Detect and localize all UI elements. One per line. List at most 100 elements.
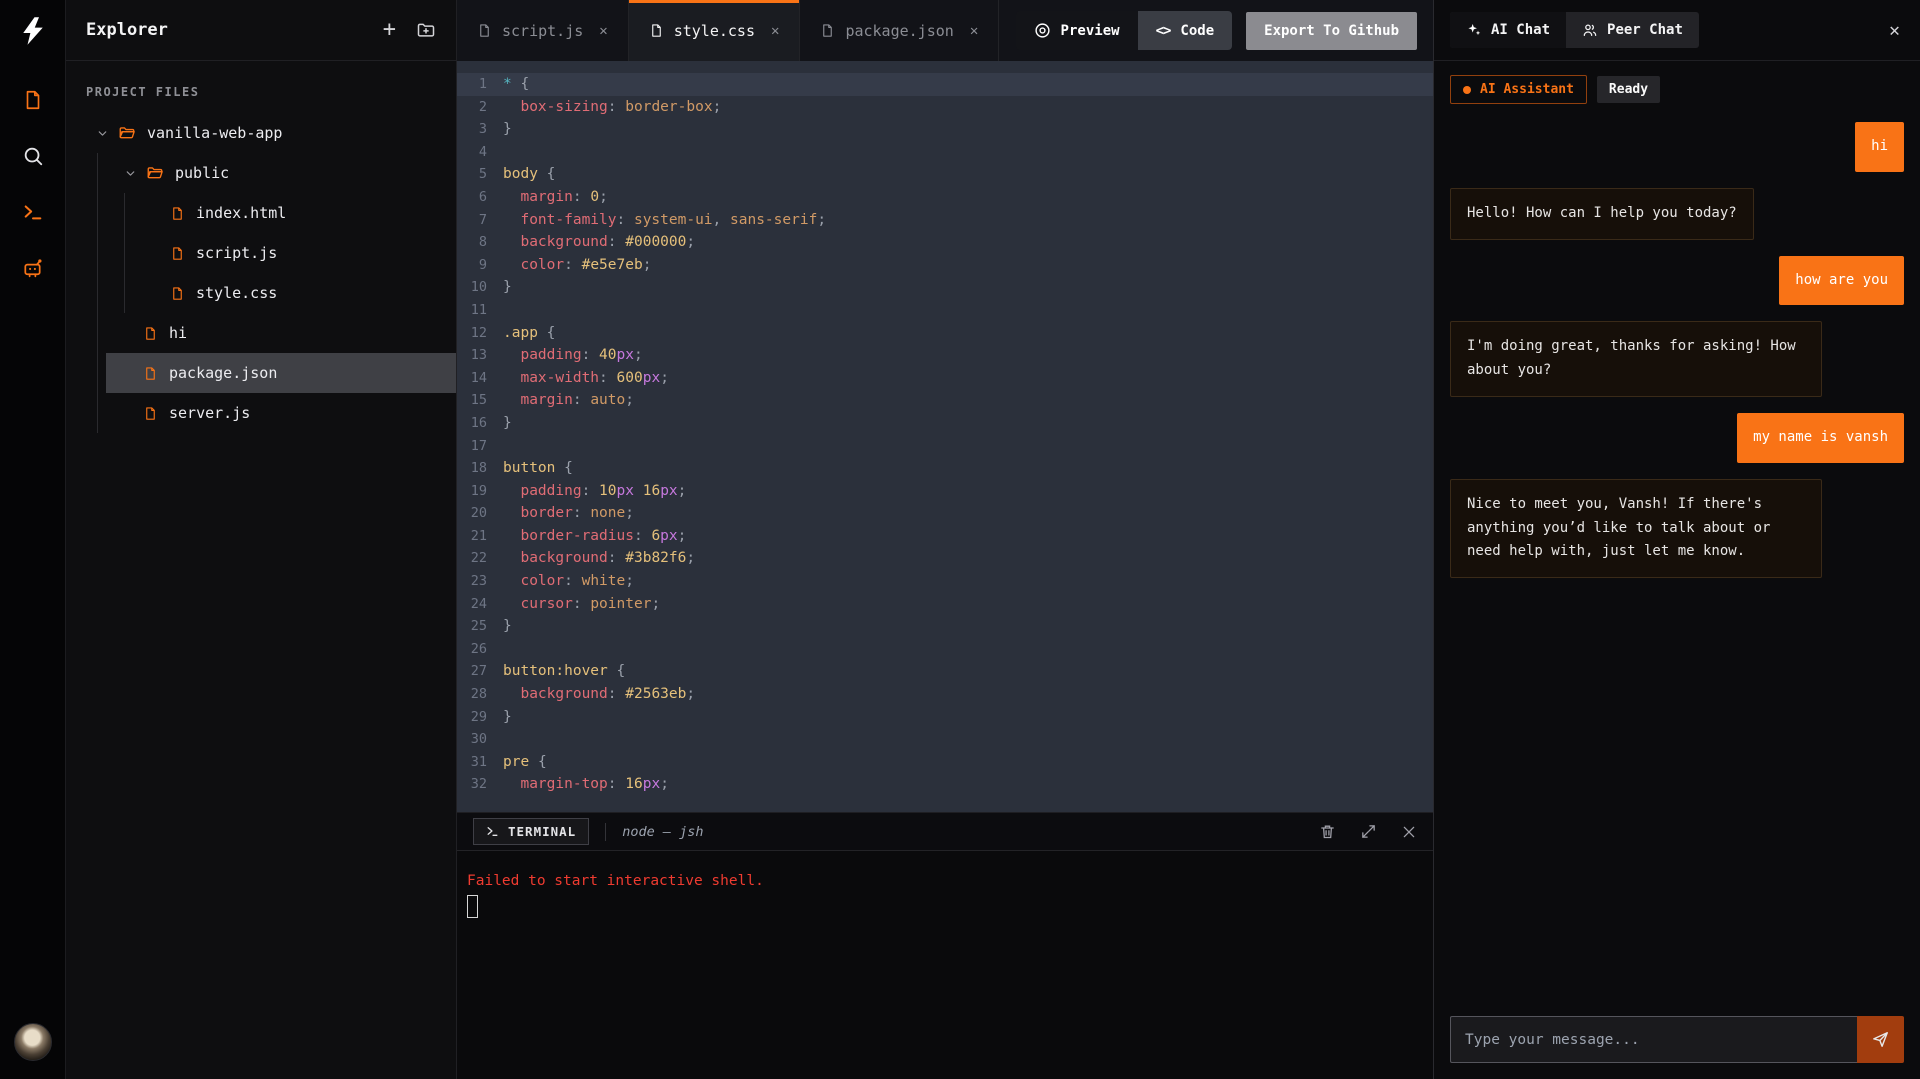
code-line: 6 margin: 0; (457, 186, 1433, 209)
line-number: 9 (457, 254, 503, 277)
tree-item-hi[interactable]: hi (66, 313, 456, 353)
tree-item-vanilla-web-app[interactable]: vanilla-web-app (66, 113, 456, 153)
tab-peer-chat[interactable]: Peer Chat (1566, 12, 1699, 48)
file-icon (477, 23, 492, 38)
code-line: 18button { (457, 457, 1433, 480)
explorer-header: Explorer + (66, 0, 456, 61)
line-number: 13 (457, 344, 503, 367)
code-text: background: #3b82f6; (503, 547, 695, 570)
chat-input-bar (1450, 1016, 1904, 1063)
code-line: 10} (457, 276, 1433, 299)
close-chat-icon[interactable]: ✕ (1889, 20, 1900, 41)
file-icon (143, 366, 158, 381)
tab-bar: script.js✕ style.css ✕ package.json ✕ Previe… (457, 0, 1433, 61)
close-tab-icon[interactable]: ✕ (599, 23, 607, 39)
ai-chat-label: AI Chat (1491, 22, 1550, 38)
code-text: background: #000000; (503, 231, 695, 254)
search-icon[interactable] (13, 136, 53, 176)
code-text: } (503, 706, 512, 729)
line-number: 21 (457, 525, 503, 548)
indent-guide (97, 153, 98, 433)
code-line: 4 (457, 141, 1433, 164)
code-line: 5body { (457, 163, 1433, 186)
code-editor[interactable]: 1* {2 box-sizing: border-box;3}45body {6… (457, 61, 1433, 812)
tree-item-package.json[interactable]: package.json (66, 353, 456, 393)
explorer-sidebar: Explorer + PROJECT FILES vanilla-web-app… (66, 0, 457, 1079)
status-dot (1463, 86, 1471, 94)
line-number: 3 (457, 118, 503, 141)
code-text: background: #2563eb; (503, 683, 695, 706)
folder-open-icon (118, 124, 136, 142)
export-to-github-button[interactable]: Export To Github (1246, 12, 1417, 50)
user-avatar[interactable] (14, 1023, 52, 1061)
code-text: margin-top: 16px; (503, 773, 669, 796)
chat-tab-group: AI Chat Peer Chat (1450, 12, 1699, 48)
tree-item-public[interactable]: public (66, 153, 456, 193)
line-number: 32 (457, 773, 503, 796)
terminal-actions (1319, 823, 1417, 840)
activity-rail (0, 0, 66, 1079)
expand-icon[interactable] (1360, 823, 1377, 840)
close-terminal-icon[interactable] (1401, 824, 1417, 840)
code-text: body { (503, 163, 555, 186)
new-folder-icon[interactable] (416, 20, 436, 40)
code-line: 20 border: none; (457, 502, 1433, 525)
tab-script.js[interactable]: script.js✕ (457, 0, 629, 61)
code-text: } (503, 615, 512, 638)
chat-message-input[interactable] (1450, 1016, 1857, 1063)
explorer-title: Explorer (86, 20, 363, 40)
terminal-icon[interactable] (13, 192, 53, 232)
code-line: 11 (457, 299, 1433, 322)
file-icon (170, 206, 185, 221)
peer-chat-label: Peer Chat (1607, 22, 1683, 38)
line-number: 6 (457, 186, 503, 209)
terminal-label: TERMINAL (508, 824, 576, 839)
chat-header: AI Chat Peer Chat ✕ (1434, 0, 1920, 61)
send-button[interactable] (1857, 1016, 1904, 1063)
code-text: padding: 10px 16px; (503, 480, 686, 503)
files-icon[interactable] (13, 80, 53, 120)
line-number: 5 (457, 163, 503, 186)
tab-ai-chat[interactable]: AI Chat (1450, 12, 1566, 48)
terminal-session-label: node — jsh (622, 824, 703, 840)
tab-package.json[interactable]: package.json ✕ (800, 0, 999, 61)
line-number: 20 (457, 502, 503, 525)
line-number: 14 (457, 367, 503, 390)
code-text: color: #e5e7eb; (503, 254, 651, 277)
tree-item-label: hi (169, 324, 187, 342)
bot-icon[interactable] (13, 248, 53, 288)
preview-button[interactable]: Preview (1016, 11, 1138, 50)
code-text: button:hover { (503, 660, 625, 683)
project-files-label: PROJECT FILES (66, 61, 456, 113)
close-tab-icon[interactable]: ✕ (771, 23, 779, 39)
code-line: 17 (457, 435, 1433, 458)
code-line: 15 margin: auto; (457, 389, 1433, 412)
code-text: padding: 40px; (503, 344, 643, 367)
new-file-icon[interactable]: + (383, 19, 396, 41)
file-icon (820, 23, 835, 38)
code-text: cursor: pointer; (503, 593, 660, 616)
tab-label: package.json (845, 22, 953, 40)
line-number: 18 (457, 457, 503, 480)
code-text: box-sizing: border-box; (503, 96, 721, 119)
line-number: 11 (457, 299, 503, 322)
trash-icon[interactable] (1319, 823, 1336, 840)
line-number: 28 (457, 683, 503, 706)
editor-column: script.js✕ style.css ✕ package.json ✕ Previe… (457, 0, 1433, 1079)
tab-label: style.css (674, 22, 755, 40)
chat-message-list[interactable]: hiHello! How can I help you today?how ar… (1434, 106, 1920, 1000)
terminal-tab[interactable]: TERMINAL (473, 818, 589, 845)
chevron-down-icon (96, 127, 109, 140)
close-tab-icon[interactable]: ✕ (970, 23, 978, 39)
tab-style.css[interactable]: style.css ✕ (629, 0, 801, 61)
code-button[interactable]: <> Code (1138, 11, 1233, 50)
chat-message-assistant: Nice to meet you, Vansh! If there's anyt… (1450, 479, 1822, 578)
terminal-output[interactable]: Failed to start interactive shell. (457, 851, 1433, 940)
line-number: 25 (457, 615, 503, 638)
people-icon (1582, 22, 1598, 38)
code-line: 9 color: #e5e7eb; (457, 254, 1433, 277)
code-text: .app { (503, 322, 555, 345)
code-line: 24 cursor: pointer; (457, 593, 1433, 616)
line-number: 2 (457, 96, 503, 119)
tree-item-server.js[interactable]: server.js (66, 393, 456, 433)
